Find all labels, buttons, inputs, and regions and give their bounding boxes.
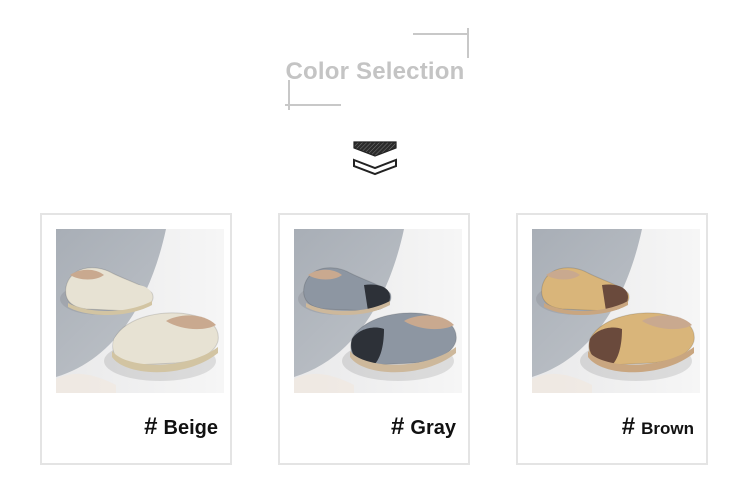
color-name: Gray <box>410 417 456 439</box>
double-chevron-down-icon <box>353 141 397 176</box>
decor-line-top <box>413 33 469 35</box>
color-card-gray[interactable]: # Gray <box>278 213 470 465</box>
product-photo <box>532 229 700 393</box>
decor-line-top-vertical <box>467 28 469 58</box>
header: Color Selection <box>0 0 750 130</box>
color-label: # Brown <box>622 413 694 441</box>
color-label: # Beige <box>144 413 218 441</box>
color-card-beige[interactable]: # Beige <box>40 213 232 465</box>
color-card-brown[interactable]: # Brown <box>516 213 708 465</box>
color-name: Beige <box>163 417 218 439</box>
hash-icon: # <box>144 413 158 440</box>
product-photo <box>56 229 224 393</box>
page-title: Color Selection <box>285 58 465 85</box>
hash-icon: # <box>391 413 405 440</box>
hash-icon: # <box>621 413 636 440</box>
color-name: Brown <box>641 419 694 438</box>
decor-line-bottom <box>285 104 341 106</box>
product-photo <box>294 229 462 393</box>
color-label: # Gray <box>391 413 456 441</box>
